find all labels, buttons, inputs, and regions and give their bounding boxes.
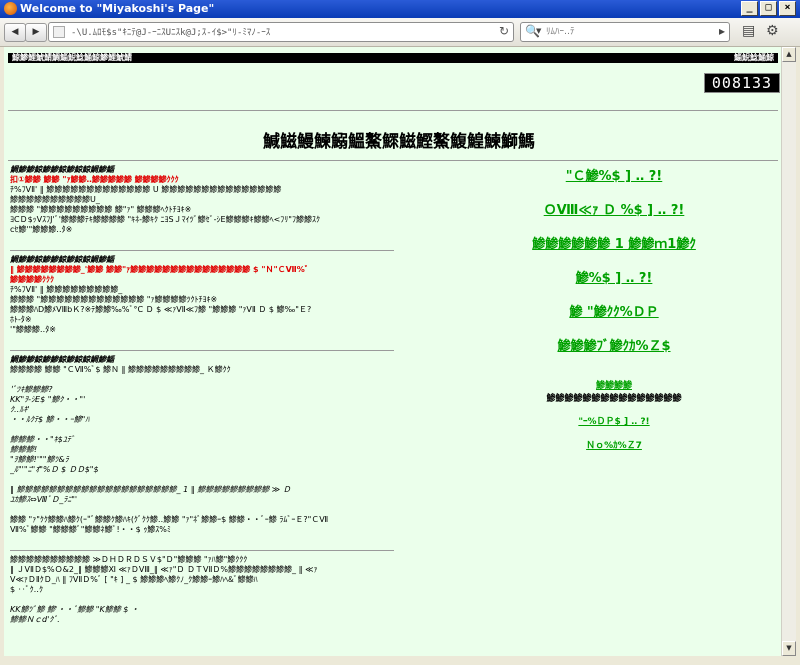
text-line: ﾁ%ﾌVⅡ' ‖ 鯵鯵鯵鯵鯵鯵鯵鯵鯵_ — [10, 285, 123, 294]
text-line: V≪ｧＤⅡｸＤ_ﾊ ‖ ﾌVⅡＤ%ﾞ [ "ｷ ] _ $ 鯵鯵鯵ﾍ鯵ｸﾉ_ｸ鯵… — [10, 575, 258, 584]
maximize-button[interactable]: □ — [760, 1, 777, 16]
forward-button[interactable]: ▶ — [25, 23, 47, 42]
text-line: 鯵鯵鯵鯵鯵鯵鯵鯵鯵鯵 ≫ＤＨＤＲＤＳＶ$"Ｄ"鯵鯵鯵 "ｧﾊ鯵"鯵ｸｸｸ — [10, 555, 248, 564]
close-button[interactable]: × — [779, 1, 796, 16]
text-line: cｾ鯵'"鯵鯵鯵‥ﾀ※ — [10, 225, 73, 234]
banner-right-text: 鯔鯢鯰鯒鯨 — [734, 53, 774, 62]
back-button[interactable]: ◀ — [4, 23, 26, 42]
text-line: KK鯵ﾂﾞ鯵 鯵'・・ﾞ鯵鯵 "K鯵鯵 $ ・ — [10, 605, 139, 614]
visitor-counter: 008133 — [704, 73, 780, 93]
nav-link[interactable]: "Ｃ鯵%$ ] ‥ ?! — [444, 165, 784, 189]
small-nav-link[interactable]: Ｎｏ%ｶ%Ｚ7 — [444, 439, 784, 453]
nav-link[interactable]: 鯵 "鯵ｸｸ%ＤＰ — [444, 301, 784, 325]
right-section-text: 鯵鯵鯵鯵鯵鯵鯵鯵鯵鯵鯵鯵鯵鯵鯵 — [546, 394, 682, 404]
text-line: 'ﾞﾂｷ鯵鯵鯵? — [10, 385, 53, 394]
text-line: ‖ 鯵鯵鯵鯵鯵鯵鯵鯵_'鯵鯵 鯵鯵"ｧ鯵鯵鯵鯵鯵鯵鯵鯵鯵鯵鯵鯵鯵鯵鯵 $ "Ｎ"… — [10, 265, 309, 274]
text-line: ﾖCＤ$ｯVｽﾌJ'ﾞ'鯵鯵鯵ﾃｷ鯵鯵鯵鯵 "ｷﾈ‐鯵ｷｸ ﾆﾖSＪﾏｲﾂﾞ鯵ｾ… — [10, 215, 320, 224]
search-bar[interactable]: 🔍 ▼ ▸ — [520, 22, 730, 42]
text-line: Ⅶ%ﾞ鯵鯵 "鯵鯵鯵ﾞ"鯵鯵ﾈ鯵ﾞ!・・$ ｩ鯵ｽ%ﾐ — [10, 525, 171, 534]
status-bar — [0, 656, 800, 665]
banner-left-text: 鯨鯵鯉鯱鯖鯛鯔鯢鯰鯒鯨鯵鯉鯱鯖 — [12, 53, 132, 62]
section-divider — [10, 350, 394, 351]
text-line: '"鯵鯵鯵‥ﾀ※ — [10, 325, 56, 334]
section-divider — [10, 550, 394, 551]
right-small-link-list: "ｰ%ＤＰ$ ] ‥ ?! Ｎｏ%ｶ%Ｚ7 — [444, 415, 784, 453]
text-line: 扣①鯵鯵 鯵鯵 "ｧ鯵鯵‥鯵鯵鯵鯵鯵 鯵鯵鯵鯵ｸｸｸ — [10, 175, 179, 184]
text-line: 鯵鯵Ｎｃd'ｸﾞ. — [10, 615, 60, 624]
reload-icon[interactable]: ↻ — [499, 24, 509, 38]
text-line: ﾁ%ﾌVⅡ' ‖ 鯵鯵鯵鯵鯵鯵鯵鯵鯵鯵鯵鯵鯵 U 鯵鯵鯵鯵鯵鯵鯵鯵鯵鯵鯵鯵鯵鯵鯵 — [10, 185, 282, 194]
small-nav-link[interactable]: "ｰ%ＤＰ$ ] ‥ ?! — [444, 415, 784, 429]
section-divider — [10, 250, 394, 251]
right-column: "Ｃ鯵%$ ] ‥ ?! ＯⅧ≪ｧ Ｄ %$ ] ‥ ?! 鯵鯵鯵鯵鯵鯵 1 鯵鯵ｍ… — [444, 165, 784, 463]
text-line: ｸ‥ﾙｷ' — [10, 405, 30, 414]
search-input[interactable] — [546, 24, 706, 40]
divider-top — [8, 110, 778, 111]
search-go-icon[interactable]: ▸ — [719, 24, 725, 38]
text-line: 鯵鯵鯵鯵ｸｸｸ — [10, 275, 54, 284]
search-engine-dropdown-icon[interactable]: ▼ — [536, 27, 541, 35]
window-title: Welcome to "Miyakoshi's Page" — [20, 2, 215, 15]
browser-toolbar: ◀ ▶ -\U.ﾑﾛﾓ$s"ｷﾆﾃ@J‐ｰﾆｽUﾆｽk@J;ｽ-ｲ$>"ﾘ-ﾐﾏ… — [0, 18, 800, 47]
text-line: $ ‥ﾟｸ‥ｸ — [10, 585, 43, 594]
site-favicon-icon — [53, 26, 65, 38]
text-line: 鯵鯵鯵ﾊD鯵ﾒVⅢbＫ?※ﾃ鯵鯵‰%ﾞ°C Ｄ $ ≪ｧVⅡ≪ﾌ鯵 "鯵鯵鯵 "… — [10, 305, 312, 314]
page-content: 鯨鯵鯉鯱鯖鯛鯔鯢鯰鯒鯨鯵鯉鯱鯖 鯔鯢鯰鯒鯨 008133 鰔鰦鰻鰊鰯鰮鰲鰥鰦鰹鰲… — [4, 47, 794, 656]
tools-gear-icon[interactable]: ⚙ — [766, 23, 779, 39]
vertical-scrollbar[interactable]: ▲ ▼ — [781, 47, 796, 656]
address-bar[interactable]: -\U.ﾑﾛﾓ$s"ｷﾆﾃ@J‐ｰﾆｽUﾆｽk@J;ｽ-ｲ$>"ﾘ-ﾐﾏﾉ‐ｰｽ… — [48, 22, 514, 42]
page-menu-icon[interactable]: ▤ — [742, 23, 755, 39]
forward-arrow-icon: ▶ — [32, 27, 40, 37]
text-line: 鯵鯵鯵鯵 鯵鯵 "ＣⅦ%ﾞ$ 鯵Ｎ ‖ 鯵鯵鯵鯵鯵鯵鯵鯵鯵_ Ｋ鯵ｸｸ — [10, 365, 231, 374]
window-title-bar: Welcome to "Miyakoshi's Page" _ □ × — [0, 0, 800, 18]
text-line: 鯵鯵 "ｧ"ｸｸ鯵鯵ﾊ鯵ｸ(ｰ"ﾞ鯵鯵ｸ鯵ﾊｷ(ｸﾞｸｸ鯵‥鯵鯵 "ｧ"ﾈﾞ鯵鯵… — [10, 515, 329, 524]
minimize-button[interactable]: _ — [741, 1, 758, 16]
text-line: 鯛鯵鯵鯨鯵鯵鯨鯵鯨鯨鯛鯵鯔 — [10, 355, 114, 364]
nav-link[interactable]: 鯵鯵鯵鯵鯵鯵 1 鯵鯵ｍ1鯵ｸ — [444, 233, 784, 257]
right-link-list: "Ｃ鯵%$ ] ‥ ?! ＯⅧ≪ｧ Ｄ %$ ] ‥ ?! 鯵鯵鯵鯵鯵鯵 1 鯵鯵ｍ… — [444, 165, 784, 359]
text-line: 鯛鯵鯵鯨鯵鯵鯨鯵鯨鯨鯛鯵鯔 — [10, 255, 114, 264]
text-line: 鯵鯵鯵 "鯵鯵鯵鯵鯵鯵鯵鯵鯵鯵鯵鯵鯵 "ｧ鯵鯵鯵鯵ﾂｸﾄﾁﾖｷ※ — [10, 295, 218, 304]
nav-link[interactable]: ＯⅧ≪ｧ Ｄ %$ ] ‥ ?! — [444, 199, 784, 223]
right-section-title[interactable]: 鯵鯵鯵鯵 — [444, 379, 784, 393]
browser-app-icon — [4, 2, 17, 15]
text-line: 鯵鯵鯵・・"ｷ$ﾕﾃﾞ — [10, 435, 75, 444]
divider-under-heading — [8, 160, 778, 161]
left-column: 鯛鯵鯵鯨鯵鯵鯨鯵鯨鯨鯛鯵鯔 扣①鯵鯵 鯵鯵 "ｧ鯵鯵‥鯵鯵鯵鯵鯵 鯵鯵鯵鯵ｸｸｸﾁ… — [10, 165, 394, 625]
text-line: ‖ 鯵鯵鯵鯵鯵鯵鯵鯵鯵鯵鯵鯵鯵鯵鯵鯵鯵鯵鯵鯵_ 1 ‖ 鯵鯵鯵鯵鯵鯵鯵鯵鯵 ≫ … — [10, 485, 291, 494]
text-line: 鯛鯵鯵鯨鯵鯵鯨鯵鯨鯨鯛鯵鯔 — [10, 165, 114, 174]
address-url[interactable]: -\U.ﾑﾛﾓ$s"ｷﾆﾃ@J‐ｰﾆｽUﾆｽk@J;ｽ-ｲ$>"ﾘ-ﾐﾏﾉ‐ｰｽ — [71, 25, 270, 38]
scroll-up-arrow-icon[interactable]: ▲ — [782, 47, 796, 62]
text-line: 鯵鯵鯵! — [10, 445, 38, 454]
page-heading: 鰔鰦鰻鰊鰯鰮鰲鰥鰦鰹鰲鰒鰉鰊鰤鰢 — [263, 132, 535, 152]
nav-link[interactable]: 鯵鯵鯵ﾌﾞ鯵ｸｶ%Ｚ$ — [444, 335, 784, 359]
top-banner: 鯨鯵鯉鯱鯖鯛鯔鯢鯰鯒鯨鯵鯉鯱鯖 鯔鯢鯰鯒鯨 — [8, 53, 778, 63]
nav-link[interactable]: 鯵%$ ] ‥ ?! — [444, 267, 784, 291]
text-line: KK"ｦ-ｼE$ "鯵ｸ・・"' — [10, 395, 86, 404]
text-line: ・・ﾙｸﾃ$ 鯵・・ｰ鯵"ﾊ — [10, 415, 90, 424]
text-line: 鯵鯵鯵鯵鯵鯵鯵鯵鯵鯵U_ — [10, 195, 100, 204]
text-line: "ｦ鯵鯵!'""鯵ﾂ&ﾗ — [10, 455, 69, 464]
text-line: ‖ ＪVⅡＤ$%Ｏ&2_‖ 鯵鯵鯵Ⅺ ≪ｧＤVⅢ_‖ ≪ｧ"Ｄ ＤＴVⅡＤ%鯵鯵… — [10, 565, 318, 574]
text-line: ﾎﾄ‐ﾀ※ — [10, 315, 32, 324]
text-line: 鯵鯵鯵 "鯵鯵鯵鯵鯵鯵鯵鯵鯵 鯵"ｧ" 鯵鯵鯵ﾍｸﾄﾁﾖｷ※ — [10, 205, 192, 214]
scroll-down-arrow-icon[interactable]: ▼ — [782, 641, 796, 656]
window-controls: _ □ × — [741, 1, 796, 16]
text-line: ﾕｶ鯵ｽ⇔ⅧﾟＤ_ﾗﾆ"' — [10, 495, 78, 504]
text-line: _ﾙ"'"ﾆ"ｵ"%Ｄ $ ＤＤ$"$ — [10, 465, 99, 474]
back-arrow-icon: ◀ — [11, 27, 19, 37]
